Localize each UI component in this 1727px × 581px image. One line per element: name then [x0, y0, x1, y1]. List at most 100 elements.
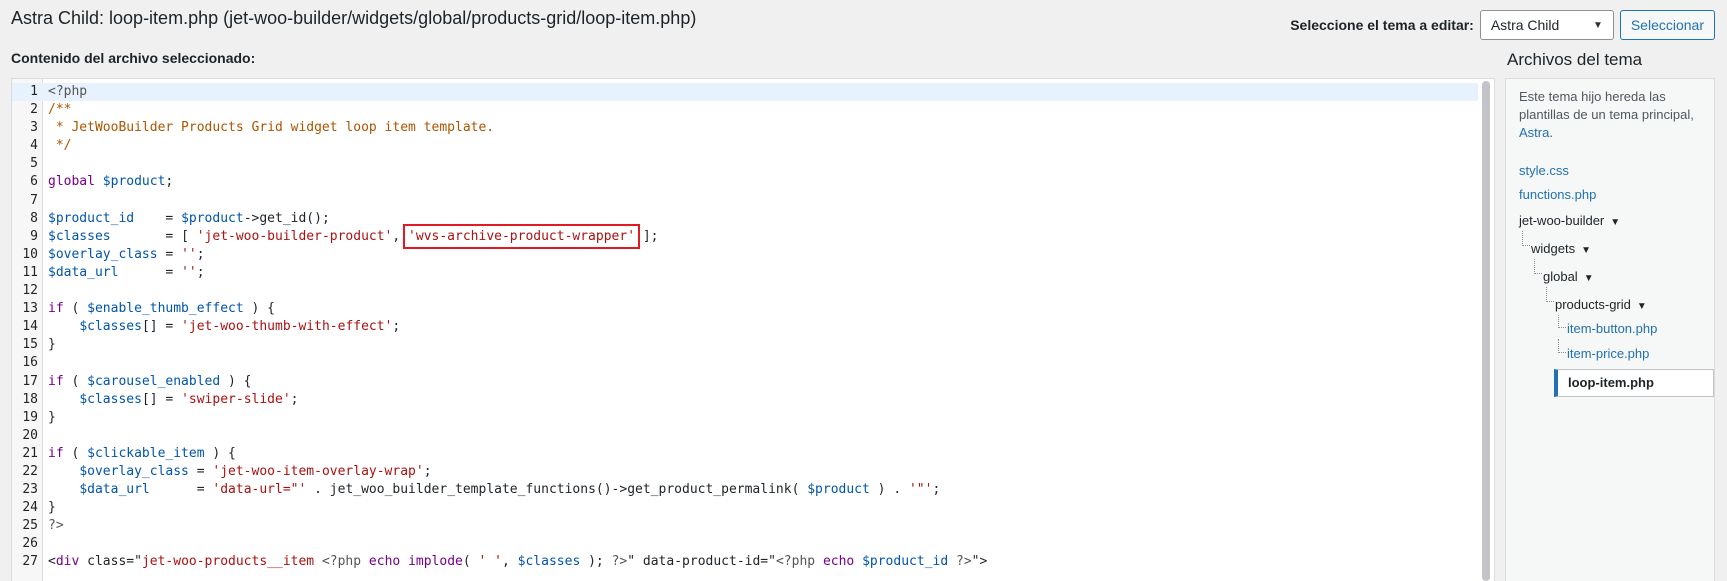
code-line[interactable]: 6 global $product;: [12, 173, 1478, 191]
code-token: jet-woo-products__item: [141, 554, 322, 570]
code-line[interactable]: 3 * JetWooBuilder Products Grid widget l…: [12, 119, 1478, 137]
code-token: ;: [392, 319, 401, 335]
code-line[interactable]: 19}: [12, 409, 1478, 427]
code-token: ?>: [48, 518, 64, 534]
line-text: if ( $enable_thumb_effect ) {: [42, 300, 275, 318]
code-line[interactable]: 16: [12, 354, 1478, 372]
code-line[interactable]: 9 $classes = [ 'jet-woo-builder-product',…: [12, 223, 1478, 249]
line-number: 18: [22, 391, 38, 407]
folder-global[interactable]: global ▼: [1543, 269, 1594, 284]
line-text: [42, 192, 48, 210]
code-line[interactable]: 2 /**: [12, 101, 1478, 119]
code-token: ) {: [220, 373, 252, 389]
folder-widgets[interactable]: widgets ▼: [1531, 241, 1591, 256]
line-number: 27: [22, 554, 38, 570]
code-token: (: [63, 445, 88, 461]
file-style-css[interactable]: style.css: [1519, 163, 1569, 178]
description-text: Este tema hijo hereda las plantillas de …: [1519, 89, 1694, 122]
file-item-button-php[interactable]: item-button.php: [1567, 321, 1657, 336]
code-editor[interactable]: 1 <?php 2/** 3 * JetWooBuilder Products Gri…: [11, 78, 1495, 581]
code-line[interactable]: 26: [12, 535, 1478, 553]
code-line[interactable]: 8 $product_id = $product->get_id();: [12, 210, 1478, 228]
code-token: echo: [368, 554, 401, 570]
code-line[interactable]: 27 <div class="jet-woo-products__item <?p…: [12, 553, 1478, 571]
code-token: $classes: [517, 554, 581, 570]
line-text: [42, 155, 48, 173]
code-line[interactable]: 7: [12, 192, 1478, 210]
caret-down-icon: ▼: [1581, 245, 1591, 256]
line-text: $classes[] = 'swiper-slide';: [42, 391, 298, 409]
theme-select[interactable]: Astra Child ▼: [1479, 10, 1614, 40]
editor-scrollbar[interactable]: [1482, 81, 1490, 581]
code-line[interactable]: 23 $data_url = 'data-url="' . jet_woo_bu…: [12, 481, 1478, 499]
code-token: $clickable_item: [87, 445, 205, 461]
line-text: [42, 427, 48, 445]
folder-label: jet-woo-builder: [1519, 213, 1605, 228]
line-text: <div class="jet-woo-products__item <?php…: [42, 553, 987, 571]
code-line[interactable]: 20: [12, 427, 1478, 445]
code-lines[interactable]: 1 <?php 2/** 3 * JetWooBuilder Products Gri…: [12, 83, 1478, 572]
code-token: ;: [196, 246, 205, 262]
file-content-label: Contenido del archivo seleccionado:: [11, 50, 256, 66]
code-token: $product: [181, 210, 244, 226]
code-line[interactable]: 25 ?>: [12, 517, 1478, 535]
line-text: [42, 282, 48, 300]
line-number: 12: [22, 283, 38, 299]
code-token: ->get_id();: [243, 210, 330, 226]
code-line[interactable]: 4 */: [12, 137, 1478, 155]
code-line[interactable]: 14 $classes[] = 'jet-woo-thumb-with-effe…: [12, 318, 1478, 336]
code-token: $data_url: [79, 482, 150, 498]
code-token: }: [48, 409, 56, 425]
code-line[interactable]: 12: [12, 282, 1478, 300]
code-token: );: [580, 554, 612, 570]
file-item-price-php[interactable]: item-price.php: [1567, 346, 1649, 361]
code-line[interactable]: 11 $data_url = '';: [12, 264, 1478, 282]
code-line[interactable]: 22 $overlay_class = 'jet-woo-item-overla…: [12, 463, 1478, 481]
line-text: }: [42, 336, 56, 354]
code-token: * JetWooBuilder Products Grid widget loo…: [48, 120, 495, 136]
line-text: if ( $carousel_enabled ) {: [42, 373, 252, 391]
code-token: $classes: [79, 319, 142, 335]
file-loop-item-php-current[interactable]: loop-item.php: [1554, 369, 1714, 397]
code-token: $product_id: [48, 210, 135, 226]
line-number: 21: [22, 445, 38, 461]
code-token: =: [118, 264, 182, 280]
caret-down-icon: ▼: [1610, 217, 1621, 228]
folder-jet-woo-builder[interactable]: jet-woo-builder ▼: [1519, 213, 1620, 228]
code-token: ;: [165, 174, 174, 190]
line-number: 22: [22, 463, 38, 479]
code-token: ?>: [611, 554, 628, 570]
code-token: [] =: [141, 319, 182, 335]
code-line[interactable]: 18 $classes[] = 'swiper-slide';: [12, 391, 1478, 409]
line-number: 11: [22, 264, 38, 280]
line-text: }: [42, 409, 56, 427]
line-number: 24: [22, 500, 38, 516]
parent-theme-link[interactable]: Astra: [1519, 125, 1549, 140]
code-line[interactable]: 5: [12, 155, 1478, 173]
line-text: <?php: [42, 83, 87, 101]
file-functions-php[interactable]: functions.php: [1519, 187, 1596, 202]
code-line[interactable]: 21 if ( $clickable_item ) {: [12, 445, 1478, 463]
code-line[interactable]: 10 $overlay_class = '';: [12, 246, 1478, 264]
code-token: ;: [196, 264, 205, 280]
select-theme-button[interactable]: Seleccionar: [1619, 10, 1715, 40]
theme-files-box: Este tema hijo hereda las plantillas de …: [1505, 78, 1715, 581]
code-line[interactable]: 17 if ( $carousel_enabled ) {: [12, 373, 1478, 391]
line-number: 7: [30, 192, 38, 208]
line-text: /**: [42, 101, 71, 119]
code-token: 'jet-woo-thumb-with-effect': [181, 319, 393, 335]
folder-products-grid[interactable]: products-grid ▼: [1555, 297, 1647, 312]
code-token: '': [181, 264, 197, 280]
code-line[interactable]: 13 if ( $enable_thumb_effect ) {: [12, 300, 1478, 318]
code-line[interactable]: 15}: [12, 336, 1478, 354]
code-line[interactable]: 1 <?php: [12, 83, 1478, 102]
code-token: ) {: [204, 445, 236, 461]
caret-down-icon: ▼: [1583, 273, 1594, 284]
line-number: 16: [22, 355, 38, 371]
code-line[interactable]: 24}: [12, 499, 1478, 517]
line-text: [42, 354, 48, 372]
